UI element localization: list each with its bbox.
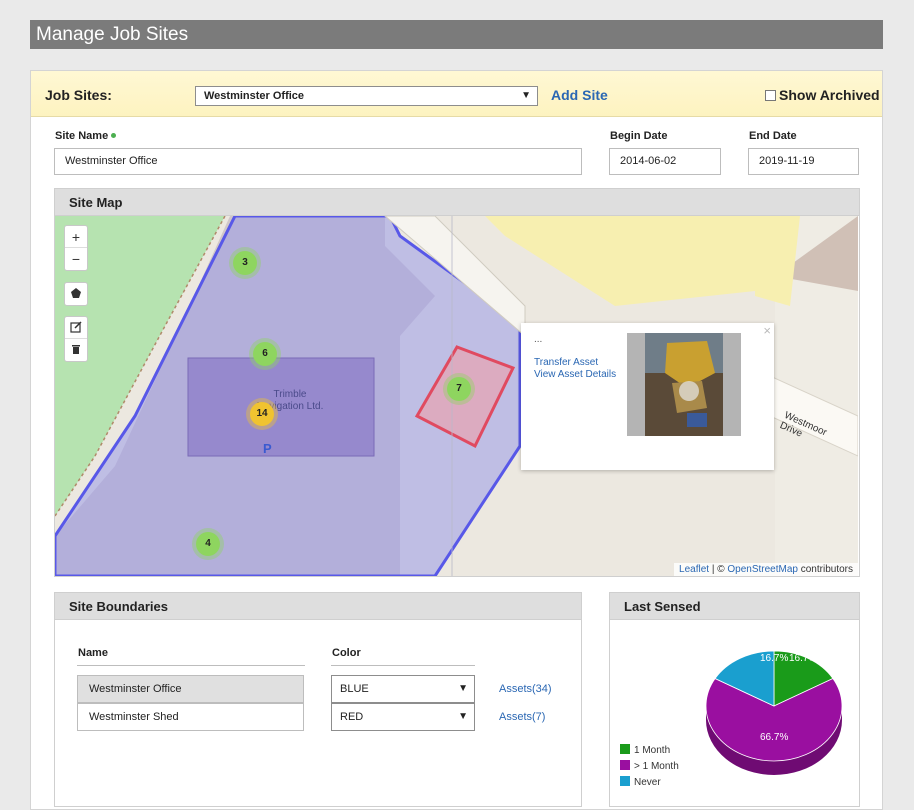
asset-cluster-marker[interactable]: 14 xyxy=(246,398,278,430)
last-sensed-section: Last Sensed 16.7% 66.7% 16.7% 1 Month > 1 M… xyxy=(609,592,860,807)
edit-icon xyxy=(70,321,82,333)
add-site-link[interactable]: Add Site xyxy=(551,87,608,103)
job-site-select-value: Westminster Office xyxy=(204,90,305,102)
asset-cluster-count: 4 xyxy=(196,532,220,556)
end-date-input[interactable]: 2019-11-19 xyxy=(748,148,859,175)
pie-legend-item[interactable]: 1 Month xyxy=(620,744,670,756)
page-title: Manage Job Sites xyxy=(30,20,883,49)
legend-swatch xyxy=(620,760,630,770)
header-divider xyxy=(77,665,305,666)
job-site-select[interactable]: Westminster Office ▼ xyxy=(195,86,538,106)
parking-label: P xyxy=(263,441,272,456)
begin-date-input[interactable]: 2014-06-02 xyxy=(609,148,721,175)
dropdown-arrow-icon: ▼ xyxy=(458,711,468,722)
attribution-separator: | © xyxy=(709,564,728,575)
site-map-section: Site Map Trimble Navigation Ltd. P Westm… xyxy=(54,188,860,577)
boundary-color-select[interactable]: RED ▼ xyxy=(331,703,475,731)
col-color-header: Color xyxy=(332,647,361,659)
begin-date-label: Begin Date xyxy=(610,130,668,142)
asset-cluster-count: 6 xyxy=(253,342,277,366)
asset-cluster-marker[interactable]: 3 xyxy=(229,247,261,279)
boundary-row-name[interactable]: Westminster Shed xyxy=(77,703,304,731)
boundary-color-select[interactable]: BLUE ▼ xyxy=(331,675,475,703)
zoom-out-button[interactable]: − xyxy=(65,248,87,270)
asset-cluster-count: 14 xyxy=(250,402,274,426)
site-map-header: Site Map xyxy=(55,189,859,216)
show-archived-checkbox[interactable] xyxy=(765,90,776,101)
header-divider-color xyxy=(331,665,475,666)
asset-photo[interactable] xyxy=(627,333,741,436)
edit-layers-button[interactable] xyxy=(65,317,87,339)
asset-cluster-marker[interactable]: 6 xyxy=(249,338,281,370)
popup-dots: ... xyxy=(534,334,543,345)
zoom-control: + − xyxy=(64,225,88,271)
popup-close-button[interactable]: × xyxy=(763,323,771,338)
zoom-in-button[interactable]: + xyxy=(65,226,87,248)
legend-label: 1 Month xyxy=(634,745,671,756)
end-date-label: End Date xyxy=(749,130,797,142)
required-dot-icon xyxy=(111,133,117,138)
transfer-asset-link[interactable]: Transfer Asset xyxy=(534,357,598,368)
col-name-header: Name xyxy=(78,647,108,659)
excavator-photo xyxy=(645,333,723,436)
trash-icon xyxy=(72,345,80,354)
yellow-road xyxy=(485,216,755,306)
job-sites-label: Job Sites: xyxy=(45,87,112,103)
job-sites-bar: Job Sites: Westminster Office ▼ Add Site… xyxy=(31,71,882,117)
legend-label: Never xyxy=(634,777,661,788)
pie-slice-label: 16.7% xyxy=(789,653,817,664)
last-sensed-header: Last Sensed xyxy=(610,593,859,620)
delete-layers-button[interactable] xyxy=(65,339,87,361)
site-boundaries-header: Site Boundaries xyxy=(55,593,581,620)
show-archived-toggle[interactable]: Show Archived xyxy=(765,87,880,103)
draw-polygon-button[interactable] xyxy=(65,283,87,305)
boundary-color-value: BLUE xyxy=(340,683,369,695)
boundary-row-name[interactable]: Westminster Office xyxy=(77,675,304,703)
polygon-icon xyxy=(71,288,81,298)
openstreetmap-link[interactable]: OpenStreetMap xyxy=(727,564,798,575)
pie-slice-label: 66.7% xyxy=(760,732,788,743)
legend-label: > 1 Month xyxy=(634,761,679,772)
asset-cluster-marker[interactable]: 7 xyxy=(443,373,475,405)
site-name-label: Site Name xyxy=(55,130,117,142)
site-boundaries-section: Site Boundaries Name Color Westminster O… xyxy=(54,592,582,807)
edit-control xyxy=(64,316,88,362)
asset-cluster-marker[interactable]: 4 xyxy=(192,528,224,560)
asset-popup: × ... Transfer Asset View Asset Details xyxy=(521,323,774,470)
legend-swatch xyxy=(620,776,630,786)
pie-slice-label: 16.7% xyxy=(760,653,788,664)
pie-legend-item[interactable]: Never xyxy=(620,776,661,788)
boundary-color-value: RED xyxy=(340,711,364,723)
dropdown-arrow-icon: ▼ xyxy=(458,683,468,694)
attribution-suffix: contributors xyxy=(797,564,853,575)
view-asset-details-link[interactable]: View Asset Details xyxy=(534,369,616,380)
map-attribution: Leaflet | © OpenStreetMap contributors xyxy=(674,563,858,576)
pie-legend-item[interactable]: > 1 Month xyxy=(620,760,679,772)
site-name-input[interactable]: Westminster Office xyxy=(54,148,582,175)
dropdown-arrow-icon: ▼ xyxy=(521,90,531,101)
assets-link[interactable]: Assets(34) xyxy=(499,683,552,695)
show-archived-label: Show Archived xyxy=(779,87,880,103)
asset-cluster-count: 3 xyxy=(233,251,257,275)
legend-swatch xyxy=(620,744,630,754)
leaflet-link[interactable]: Leaflet xyxy=(679,564,709,575)
assets-link[interactable]: Assets(7) xyxy=(499,711,545,723)
asset-cluster-count: 7 xyxy=(447,377,471,401)
manage-job-sites-panel: Job Sites: Westminster Office ▼ Add Site… xyxy=(30,70,883,810)
site-map[interactable]: Trimble Navigation Ltd. P Westmoor Drive… xyxy=(55,216,858,576)
draw-control xyxy=(64,282,88,306)
